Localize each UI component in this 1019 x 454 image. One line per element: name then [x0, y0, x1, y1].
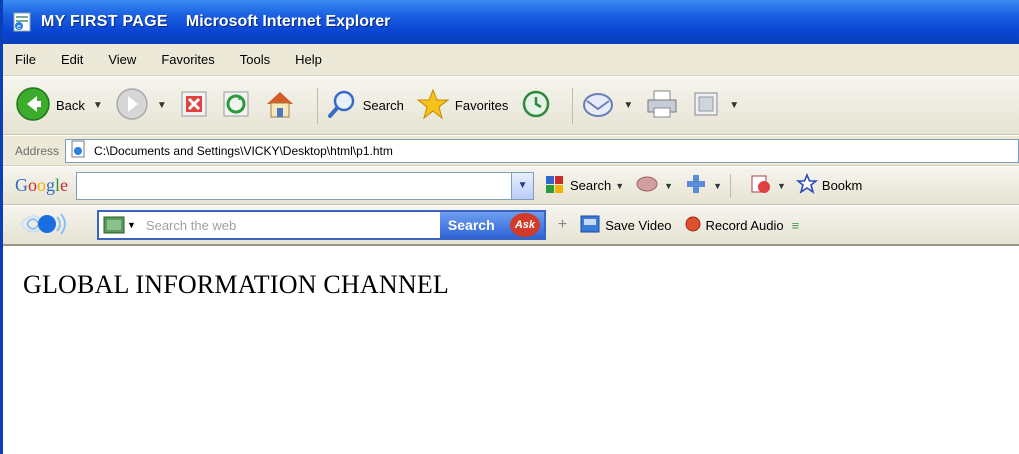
ask-search-label: Search [447, 217, 495, 233]
title-bar[interactable]: e MY FIRST PAGE Microsoft Internet Explo… [3, 0, 1019, 44]
back-icon [15, 86, 51, 125]
address-field[interactable]: C:\Documents and Settings\VICKY\Desktop\… [65, 138, 1019, 163]
more-tools-icon[interactable]: ≡ [792, 218, 800, 233]
google-bookmarks-button[interactable]: Bookm [795, 172, 863, 198]
google-search-label: Search [570, 178, 612, 193]
google-popup-blocker-button[interactable]: ▼ [749, 173, 786, 198]
edit-button[interactable]: ▼ [691, 89, 739, 122]
google-search-icon [544, 173, 566, 198]
browser-window: e MY FIRST PAGE Microsoft Internet Explo… [0, 0, 1019, 454]
search-icon [326, 88, 358, 123]
pagerank-icon [634, 174, 660, 197]
google-dropdown-icon[interactable]: ▼ [512, 171, 535, 200]
menu-view[interactable]: View [108, 52, 136, 67]
refresh-button[interactable] [221, 89, 251, 122]
refresh-icon [221, 89, 251, 122]
google-search-button[interactable]: Search ▼ [544, 173, 624, 198]
favorites-button[interactable]: Favorites [416, 88, 508, 123]
menu-edit[interactable]: Edit [61, 52, 83, 67]
ask-engine-icon[interactable]: ▼ [99, 216, 140, 234]
toolbar-separator [729, 173, 731, 198]
edit-icon [691, 89, 721, 122]
stop-icon [179, 89, 209, 122]
toolbar-separator [572, 87, 574, 124]
google-pagerank-button[interactable]: ▼ [634, 174, 673, 197]
google-bookmarks-label: Bookm [821, 178, 863, 193]
google-plus-button[interactable]: ▼ [683, 173, 722, 198]
google-search-dropdown-icon[interactable]: ▼ [615, 181, 624, 191]
history-button[interactable] [520, 88, 552, 123]
record-audio-button[interactable]: Record Audio ≡ [684, 215, 800, 236]
window-app-name: Microsoft Internet Explorer [185, 13, 391, 30]
google-search-input[interactable] [76, 171, 513, 200]
address-value: C:\Documents and Settings\VICKY\Desktop\… [94, 143, 393, 158]
popup-blocker-dropdown-icon[interactable]: ▼ [777, 181, 786, 191]
menu-file[interactable]: File [15, 52, 36, 67]
search-label: Search [362, 98, 404, 113]
forward-dropdown-icon[interactable]: ▼ [157, 100, 167, 111]
forward-icon [115, 87, 149, 124]
ask-search-box: ▼ Search the web Search Ask [97, 210, 546, 240]
back-dropdown-icon[interactable]: ▼ [93, 100, 103, 111]
ask-badge: Ask [509, 213, 540, 237]
stop-button[interactable] [179, 89, 209, 122]
standard-toolbar: Back ▼ ▼ Search Favorites ▼ ▼ [3, 77, 1019, 135]
save-video-button[interactable]: Save Video [579, 214, 672, 237]
edit-dropdown-icon[interactable]: ▼ [729, 100, 739, 111]
page-content: GLOBAL INFORMATION CHANNEL [3, 248, 1019, 454]
forward-button[interactable]: ▼ [115, 87, 167, 124]
ask-logo-icon[interactable] [17, 211, 77, 240]
ask-search-button[interactable]: Search Ask [439, 212, 544, 238]
bookmark-star-icon [795, 172, 819, 198]
mail-dropdown-icon[interactable]: ▼ [623, 100, 633, 111]
save-video-icon [579, 214, 601, 237]
toolbar-plus-icon: + [557, 216, 568, 233]
popup-blocker-icon [749, 173, 773, 198]
address-page-icon [70, 140, 88, 161]
menu-help[interactable]: Help [295, 52, 322, 67]
back-label: Back [56, 98, 85, 113]
page-heading: GLOBAL INFORMATION CHANNEL [23, 270, 449, 299]
print-button[interactable] [645, 88, 679, 123]
history-icon [520, 88, 552, 123]
menu-tools[interactable]: Tools [240, 52, 270, 67]
print-icon [645, 88, 679, 123]
home-icon [263, 88, 297, 123]
mail-button[interactable]: ▼ [581, 89, 633, 122]
favorites-label: Favorites [454, 98, 509, 113]
address-bar: Address C:\Documents and Settings\VICKY\… [3, 136, 1019, 166]
address-label: Address [15, 143, 60, 158]
record-audio-label: Record Audio [705, 217, 784, 233]
plus-icon [683, 173, 709, 198]
google-toolbar: Google ▼ Search ▼ ▼ ▼ ▼ Bookm [3, 167, 1019, 205]
save-video-label: Save Video [605, 217, 672, 233]
record-audio-icon [684, 215, 702, 236]
svg-text:e: e [17, 24, 21, 31]
search-button[interactable]: Search [326, 88, 404, 123]
back-button[interactable]: Back ▼ [15, 86, 103, 125]
plus-dropdown-icon[interactable]: ▼ [713, 181, 722, 191]
pagerank-dropdown-icon[interactable]: ▼ [664, 181, 673, 191]
google-logo[interactable]: Google [15, 175, 68, 196]
menu-bar: File Edit View Favorites Tools Help [3, 44, 1019, 76]
home-button[interactable] [263, 88, 297, 123]
ie-page-icon: e [11, 11, 35, 33]
menu-favorites[interactable]: Favorites [161, 52, 214, 67]
ask-toolbar: ▼ Search the web Search Ask + Save Video [3, 206, 1019, 246]
ask-search-input[interactable]: Search the web [140, 212, 440, 238]
favorites-star-icon [416, 88, 450, 123]
toolbar-separator [316, 87, 318, 124]
mail-icon [581, 89, 615, 122]
window-title: MY FIRST PAGE [41, 13, 168, 30]
